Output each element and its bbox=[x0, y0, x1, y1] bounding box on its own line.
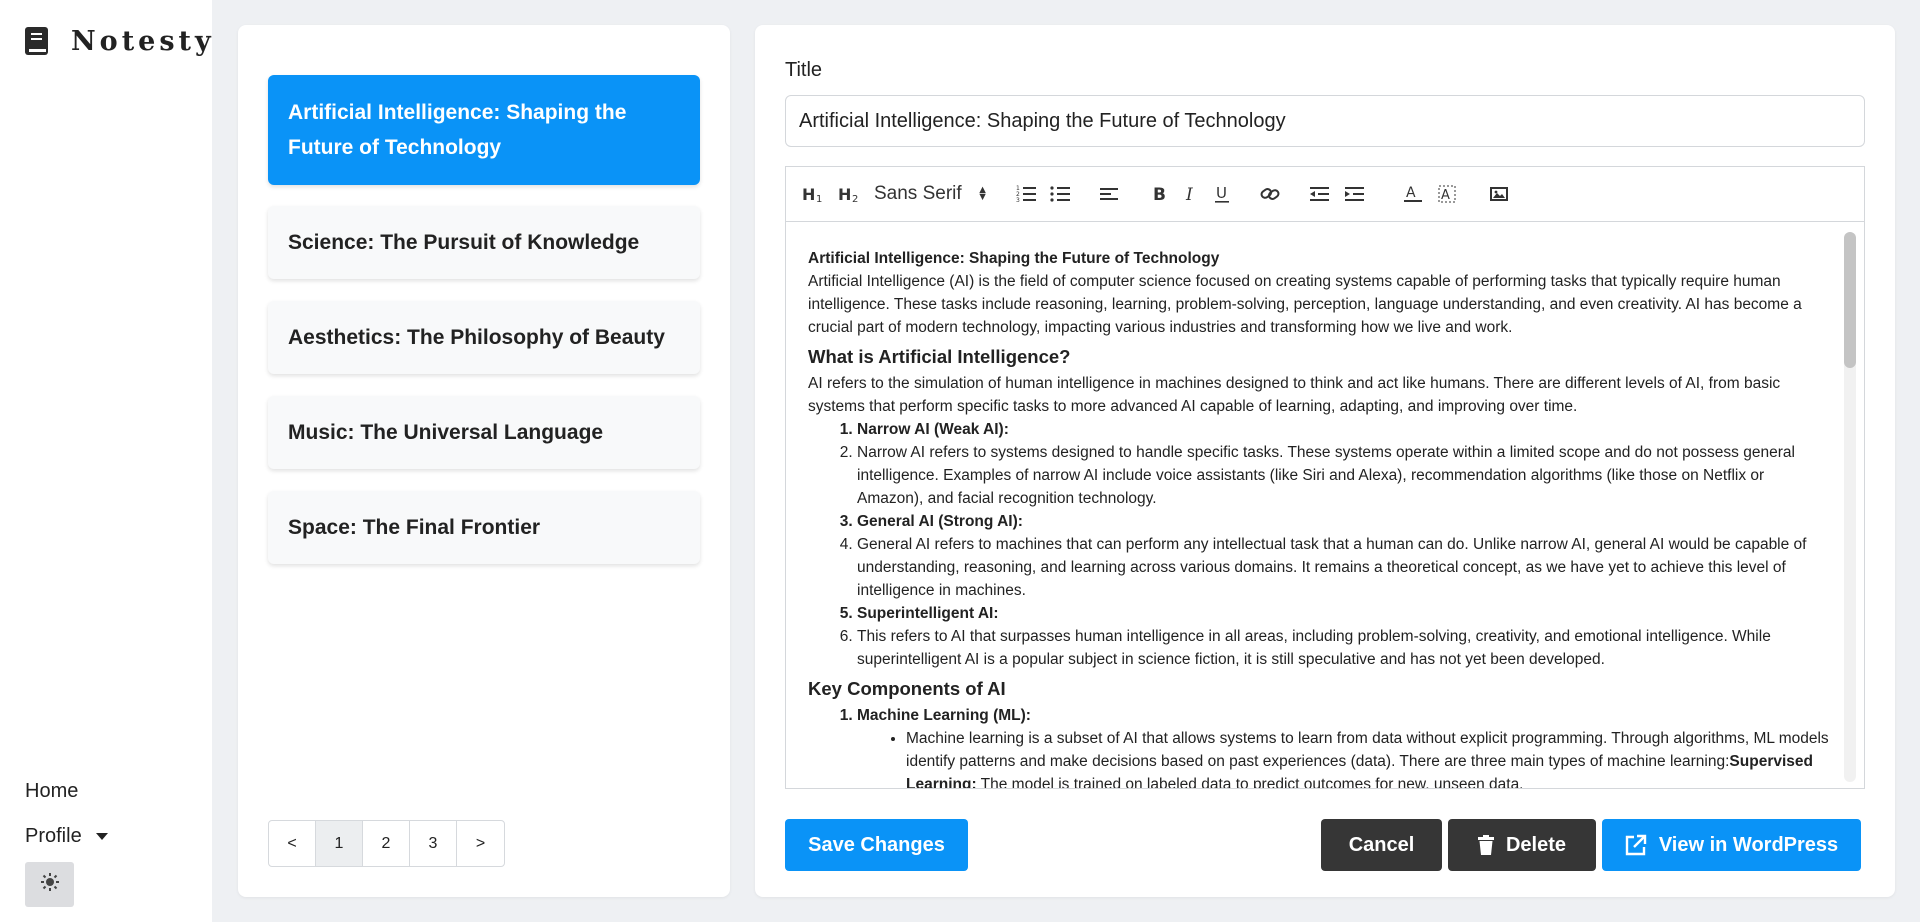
image-icon[interactable] bbox=[1490, 182, 1508, 206]
bullet-list-icon[interactable] bbox=[1050, 182, 1070, 206]
ordered-list-icon[interactable]: 123 bbox=[1016, 182, 1036, 206]
svg-text:1: 1 bbox=[816, 194, 822, 203]
save-changes-button[interactable]: Save Changes bbox=[785, 819, 968, 871]
align-icon[interactable] bbox=[1100, 182, 1118, 206]
trash-icon bbox=[1477, 835, 1494, 855]
notes-list-panel: Artificial Intelligence: Shaping the Fut… bbox=[238, 25, 730, 897]
view-in-wordpress-label: View in WordPress bbox=[1658, 833, 1839, 856]
nav-home[interactable]: Home bbox=[25, 780, 78, 803]
theme-toggle-button[interactable] bbox=[25, 862, 74, 907]
svg-text:U: U bbox=[1216, 184, 1227, 202]
font-family-select[interactable]: Sans Serif ▲ ▼ bbox=[874, 182, 996, 206]
list-item: Superintelligent AI: bbox=[857, 602, 1833, 625]
editor-panel: Title H1 H2 Sans Serif▲▼ 123 B I U A A A… bbox=[755, 25, 1895, 897]
external-link-icon bbox=[1625, 834, 1647, 856]
font-family-value: Sans Serif bbox=[874, 183, 962, 204]
bold-icon[interactable]: B bbox=[1152, 182, 1168, 206]
content-paragraph: AI refers to the simulation of human int… bbox=[808, 375, 1781, 415]
list-item: Narrow AI refers to systems designed to … bbox=[857, 441, 1833, 510]
editor-scrollbar[interactable] bbox=[1844, 232, 1856, 782]
svg-text:A: A bbox=[1406, 185, 1416, 201]
notebook-icon bbox=[25, 26, 49, 57]
nav-profile[interactable]: Profile bbox=[25, 825, 108, 848]
nav-profile-label: Profile bbox=[25, 825, 82, 847]
svg-text:3: 3 bbox=[1016, 197, 1020, 203]
cancel-button[interactable]: Cancel bbox=[1321, 819, 1442, 871]
page-2-button[interactable]: 2 bbox=[363, 821, 410, 866]
svg-text:A: A bbox=[1441, 188, 1450, 203]
list-item: This refers to AI that surpasses human i… bbox=[857, 625, 1833, 671]
page-3-button[interactable]: 3 bbox=[410, 821, 457, 866]
editor-scrollbar-thumb[interactable] bbox=[1844, 232, 1856, 368]
editor-content-body: Artificial Intelligence: Shaping the Fut… bbox=[808, 247, 1833, 789]
editor-toolbar: H1 H2 Sans Serif ▲ ▼ 123 B I U A A bbox=[785, 166, 1865, 221]
outdent-icon[interactable] bbox=[1310, 182, 1329, 206]
delete-label: Delete bbox=[1505, 833, 1567, 856]
italic-icon[interactable]: I bbox=[1184, 182, 1198, 206]
list-item: General AI (Strong AI): bbox=[857, 510, 1833, 533]
page-prev-button[interactable]: < bbox=[269, 821, 316, 866]
ml-tail: The model is trained on labeled data to … bbox=[976, 776, 1524, 789]
svg-text:2: 2 bbox=[852, 194, 858, 203]
sidebar: Notesty Home Profile bbox=[0, 0, 212, 922]
editor-content[interactable]: Artificial Intelligence: Shaping the Fut… bbox=[785, 221, 1865, 789]
content-section-title: What is Artificial Intelligence? bbox=[808, 346, 1071, 367]
svg-text:B: B bbox=[1153, 185, 1166, 203]
list-item: Machine learning is a subset of AI that … bbox=[906, 727, 1833, 789]
note-item[interactable]: Aesthetics: The Philosophy of Beauty bbox=[268, 301, 700, 374]
heading-1-icon[interactable]: H1 bbox=[802, 182, 826, 206]
list-item: Machine Learning (ML): bbox=[857, 704, 1833, 727]
content-ordered-list: Machine Learning (ML): bbox=[808, 704, 1833, 727]
link-icon[interactable] bbox=[1260, 182, 1280, 206]
brand[interactable]: Notesty bbox=[25, 26, 215, 57]
ml-text: Machine learning is a subset of AI that … bbox=[906, 730, 1829, 770]
page-1-button[interactable]: 1 bbox=[316, 821, 363, 866]
heading-2-icon[interactable]: H2 bbox=[838, 182, 862, 206]
list-item: Narrow AI (Weak AI): bbox=[857, 418, 1833, 441]
list-item: General AI refers to machines that can p… bbox=[857, 533, 1833, 602]
underline-icon[interactable]: U bbox=[1214, 182, 1230, 206]
title-input[interactable] bbox=[785, 95, 1865, 147]
content-ordered-list: Narrow AI (Weak AI): Narrow AI refers to… bbox=[808, 418, 1833, 671]
content-intro: Artificial Intelligence (AI) is the fiel… bbox=[808, 273, 1802, 336]
background-color-icon[interactable]: A bbox=[1438, 182, 1456, 206]
content-heading: Artificial Intelligence: Shaping the Fut… bbox=[808, 250, 1220, 267]
svg-text:H: H bbox=[838, 185, 851, 203]
delete-button[interactable]: Delete bbox=[1448, 819, 1596, 871]
pagination: < 1 2 3 > bbox=[268, 820, 505, 867]
text-color-icon[interactable]: A bbox=[1404, 182, 1422, 206]
note-item[interactable]: Science: The Pursuit of Knowledge bbox=[268, 206, 700, 279]
caret-down-icon bbox=[95, 833, 108, 840]
svg-text:I: I bbox=[1185, 185, 1193, 203]
note-item[interactable]: Music: The Universal Language bbox=[268, 396, 700, 469]
app-name: Notesty bbox=[71, 26, 215, 57]
content-bullet-list: Machine learning is a subset of AI that … bbox=[808, 727, 1833, 789]
sun-icon bbox=[40, 873, 59, 896]
note-item[interactable]: Space: The Final Frontier bbox=[268, 491, 700, 564]
note-item-active[interactable]: Artificial Intelligence: Shaping the Fut… bbox=[268, 75, 700, 185]
indent-icon[interactable] bbox=[1345, 182, 1364, 206]
view-in-wordpress-button[interactable]: View in WordPress bbox=[1602, 819, 1861, 871]
svg-text:H: H bbox=[802, 185, 815, 203]
select-arrows-icon: ▲ ▼ bbox=[977, 184, 988, 203]
title-label: Title bbox=[785, 59, 823, 81]
content-section-title: Key Components of AI bbox=[808, 678, 1006, 699]
page-next-button[interactable]: > bbox=[457, 821, 504, 866]
